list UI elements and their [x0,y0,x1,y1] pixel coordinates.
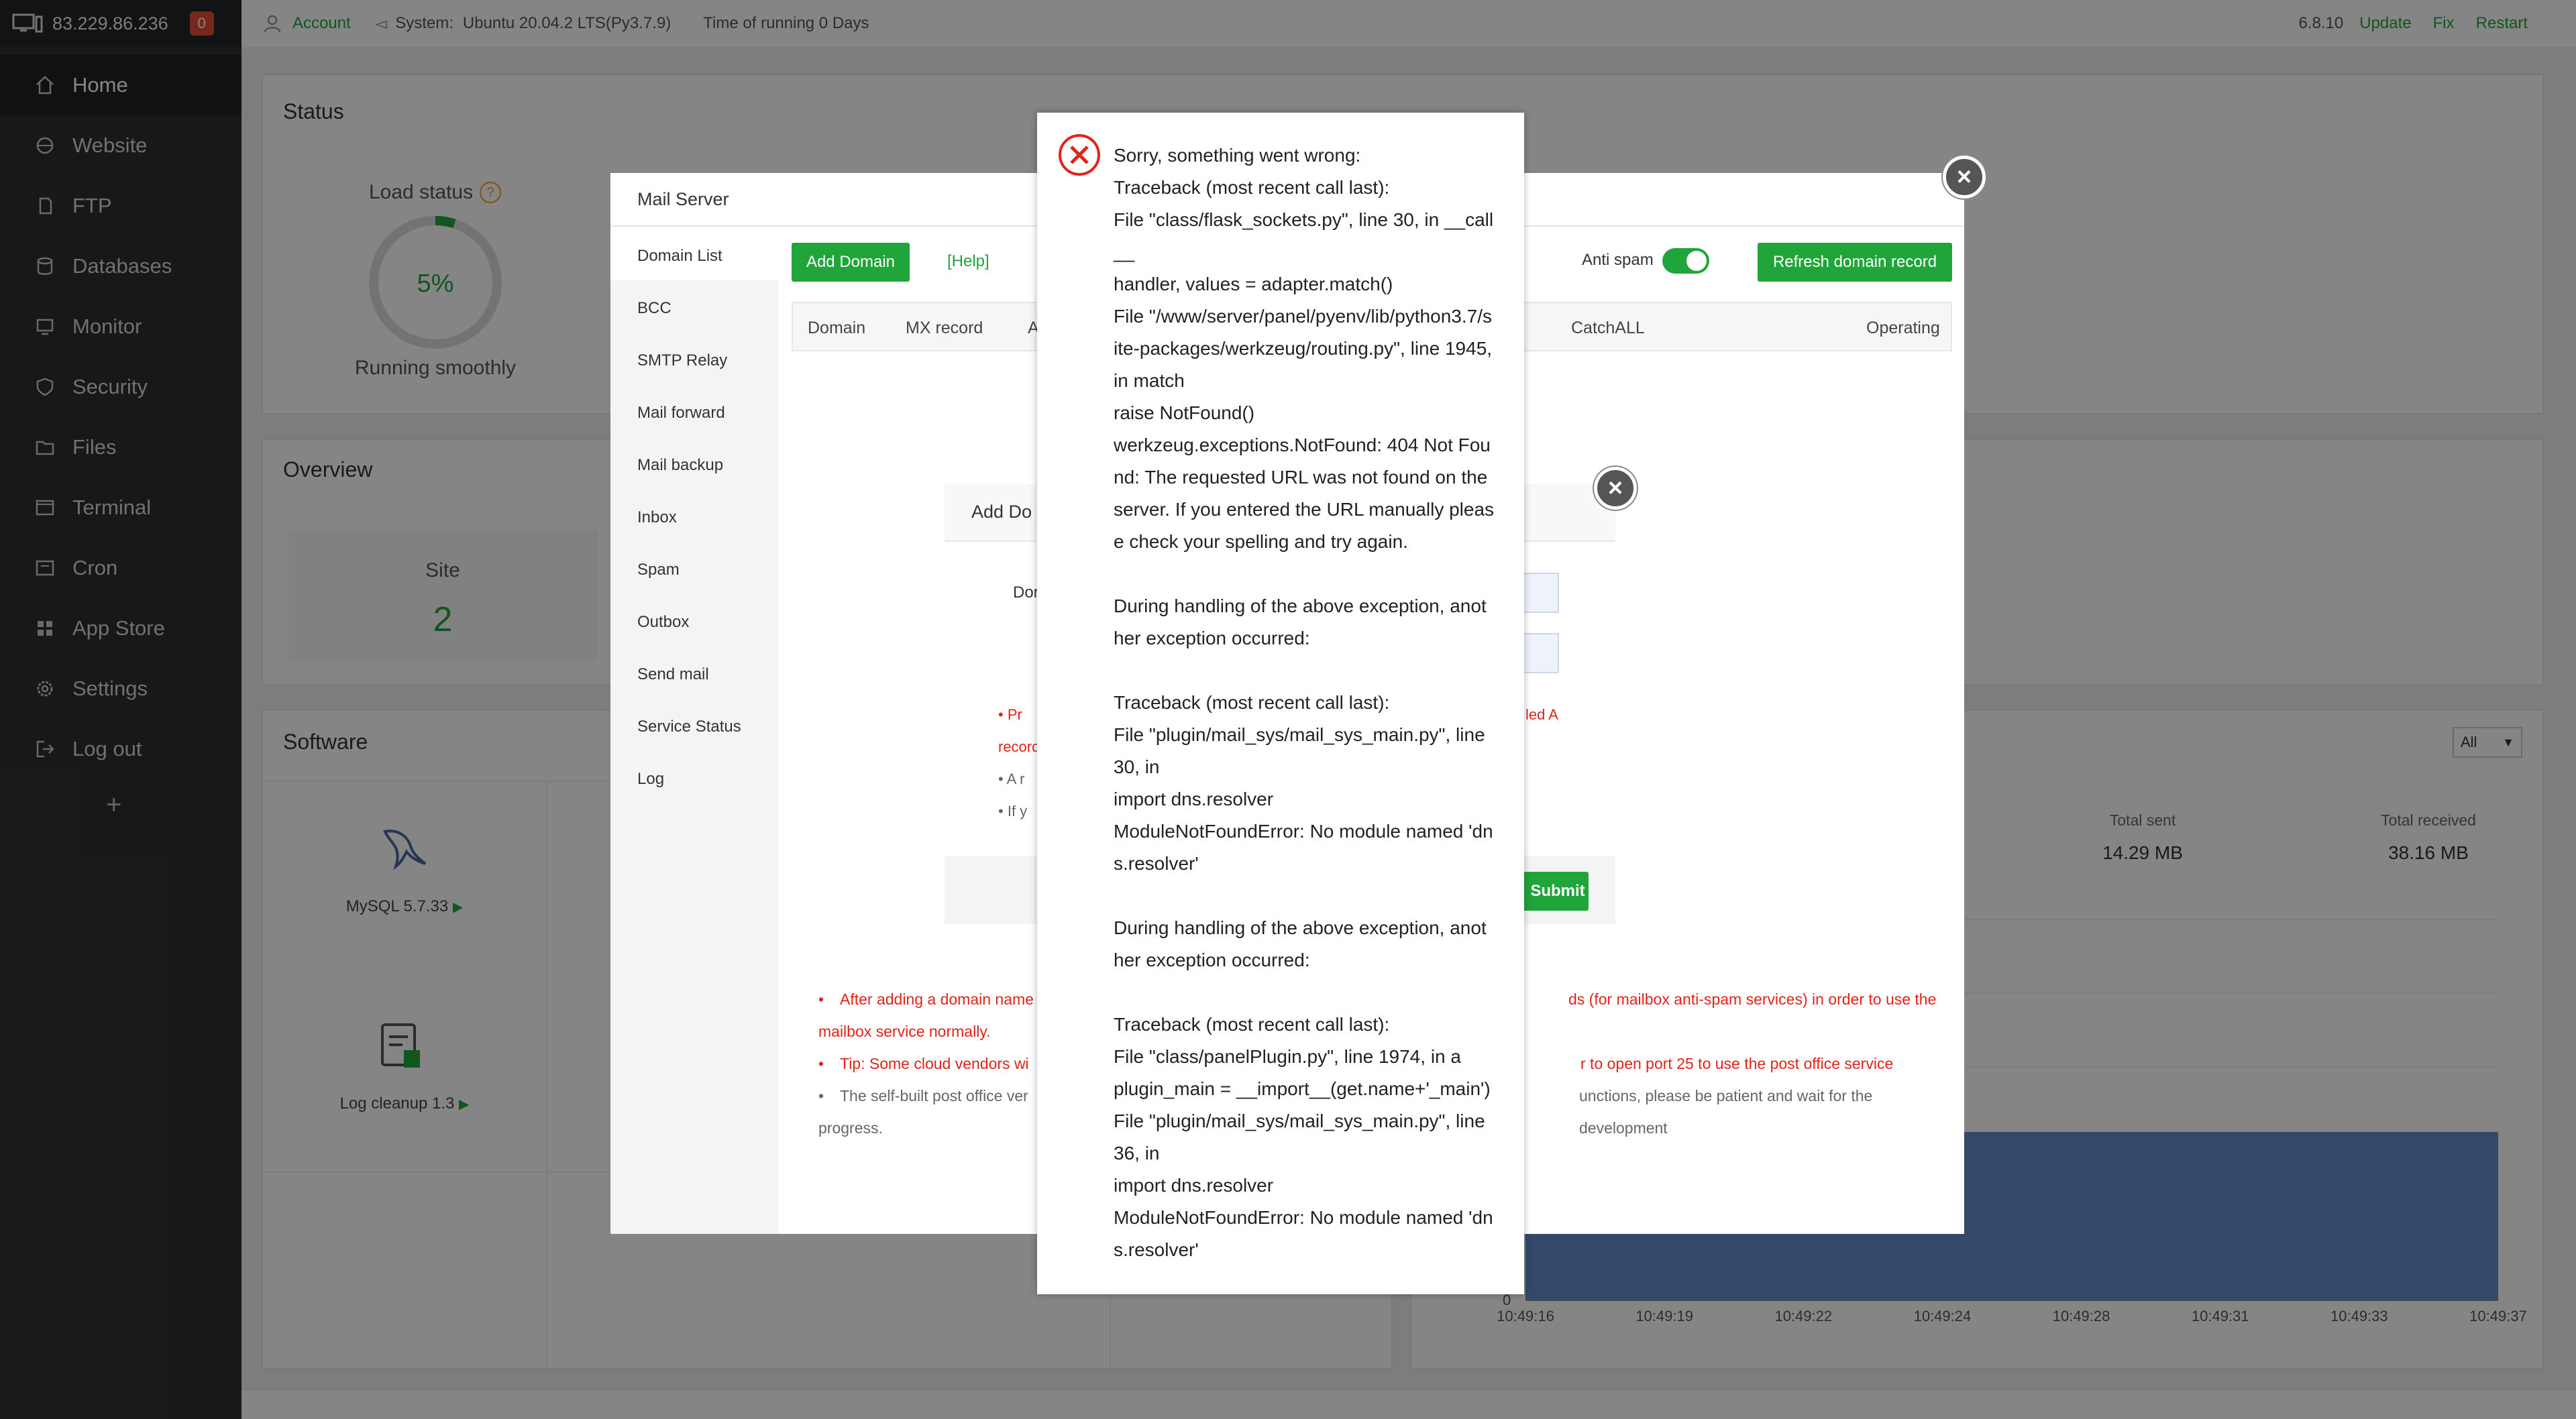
note-bullet: • [818,990,824,1008]
error-line: her exception occurred: [1114,950,1310,970]
anti-spam-label: Anti spam [1582,251,1654,269]
col-domain: Domain [808,318,866,337]
note-1a: After adding a domain name [840,990,1034,1008]
error-line: import dns.resolver [1114,789,1274,809]
add-domain-note-2: • If y [998,803,1028,819]
error-line: in match [1114,370,1185,391]
error-line: server. If you entered the URL manually … [1114,499,1495,520]
mail-nav-bcc[interactable]: BCC [637,299,672,318]
error-line: her exception occurred: [1114,628,1310,648]
refresh-domain-record-button[interactable]: Refresh domain record [1758,243,1952,282]
note-2b: r to open port 25 to use the post office… [1580,1055,1894,1072]
error-line: ite-packages/werkzeug/routing.py", line … [1114,338,1493,359]
mail-nav-domain-list[interactable]: Domain List [637,247,722,266]
add-domain-button[interactable]: Add Domain [792,243,910,282]
error-line: handler, values = adapter.match() [1114,274,1393,294]
mail-nav-log[interactable]: Log [637,770,664,789]
add-domain-title: Add Do [971,502,1032,522]
error-icon [1057,133,1102,177]
error-line: 30, in [1114,756,1160,777]
add-domain-note-red-r: led A [1525,706,1558,723]
add-domain-note-red: • Pr [998,706,1022,723]
error-line: During handling of the above exception, … [1114,595,1487,616]
note-bullet: • [818,1055,824,1072]
mail-nav-smtp-relay[interactable]: SMTP Relay [637,351,727,370]
error-message: Sorry, something went wrong: Traceback (m… [1114,139,1503,1266]
note-bullet: • [818,1087,824,1104]
error-line: Sorry, something went wrong: [1114,145,1361,166]
error-line [1114,976,1503,1009]
error-line: s.resolver' [1114,853,1199,874]
note-2a: Tip: Some cloud vendors wi [840,1055,1029,1072]
note-1c: mailbox service normally. [818,1023,991,1040]
error-line: 36, in [1114,1143,1160,1163]
add-domain-note-red-b: record [998,738,1040,755]
mail-nav-spam[interactable]: Spam [637,561,680,579]
col-mx-record: MX record [906,318,983,337]
note-1b: ds (for mailbox anti-spam services) in o… [1568,990,1937,1008]
error-line: File "class/flask_sockets.py", line 30, … [1114,209,1494,230]
error-line: File "plugin/mail_sys/mail_sys_main.py",… [1114,724,1485,745]
mail-server-title: Mail Server [637,189,729,209]
error-line: nd: The requested URL was not found on t… [1114,467,1488,488]
error-line: raise NotFound() [1114,402,1255,423]
add-domain-close-button[interactable]: × [1594,467,1637,510]
mail-nav-mail-forward[interactable]: Mail forward [637,404,725,422]
col-operating: Operating [1866,318,1940,337]
note-3b: unctions, please be patient and wait for… [1579,1087,1873,1137]
error-line: File "/www/server/panel/pyenv/lib/python… [1114,306,1492,327]
col-catchall: CatchALL [1571,318,1645,337]
error-line: ModuleNotFoundError: No module named 'dn [1114,821,1493,842]
error-line: s.resolver' [1114,1239,1199,1260]
mail-nav-mail-backup[interactable]: Mail backup [637,456,723,475]
add-domain-note-1: • A r [998,771,1025,787]
error-line: __ [1114,241,1135,262]
error-line: During handling of the above exception, … [1114,917,1487,938]
error-line: plugin_main = __import__(get.name+'_main… [1114,1078,1491,1099]
mail-nav-service-status[interactable]: Service Status [637,718,741,736]
mail-nav-outbox[interactable]: Outbox [637,613,689,632]
help-link[interactable]: [Help] [947,252,989,271]
anti-spam-toggle[interactable] [1662,248,1709,274]
error-line [1114,558,1503,590]
error-line: Traceback (most recent call last): [1114,692,1390,713]
error-line: werkzeug.exceptions.NotFound: 404 Not Fo… [1114,435,1491,455]
error-dialog: Sorry, something went wrong: Traceback (m… [1037,113,1524,1294]
mail-nav-inbox[interactable]: Inbox [637,508,677,527]
error-line [1114,655,1503,687]
domain-field-label: Dor [1013,583,1039,602]
error-line: Traceback (most recent call last): [1114,177,1390,198]
error-line: File "plugin/mail_sys/mail_sys_main.py",… [1114,1111,1485,1131]
error-line: import dns.resolver [1114,1175,1274,1196]
error-line [1114,880,1503,912]
mail-server-close-button[interactable]: × [1943,156,1986,198]
note-3a: The self-built post office ver [840,1087,1028,1104]
error-line: Traceback (most recent call last): [1114,1014,1390,1035]
error-line: File "class/panelPlugin.py", line 1974, … [1114,1046,1461,1067]
note-3c: progress. [818,1119,883,1137]
error-line: e check your spelling and try again. [1114,531,1408,552]
mail-nav-send-mail[interactable]: Send mail [637,665,709,684]
error-line: ModuleNotFoundError: No module named 'dn [1114,1207,1493,1228]
